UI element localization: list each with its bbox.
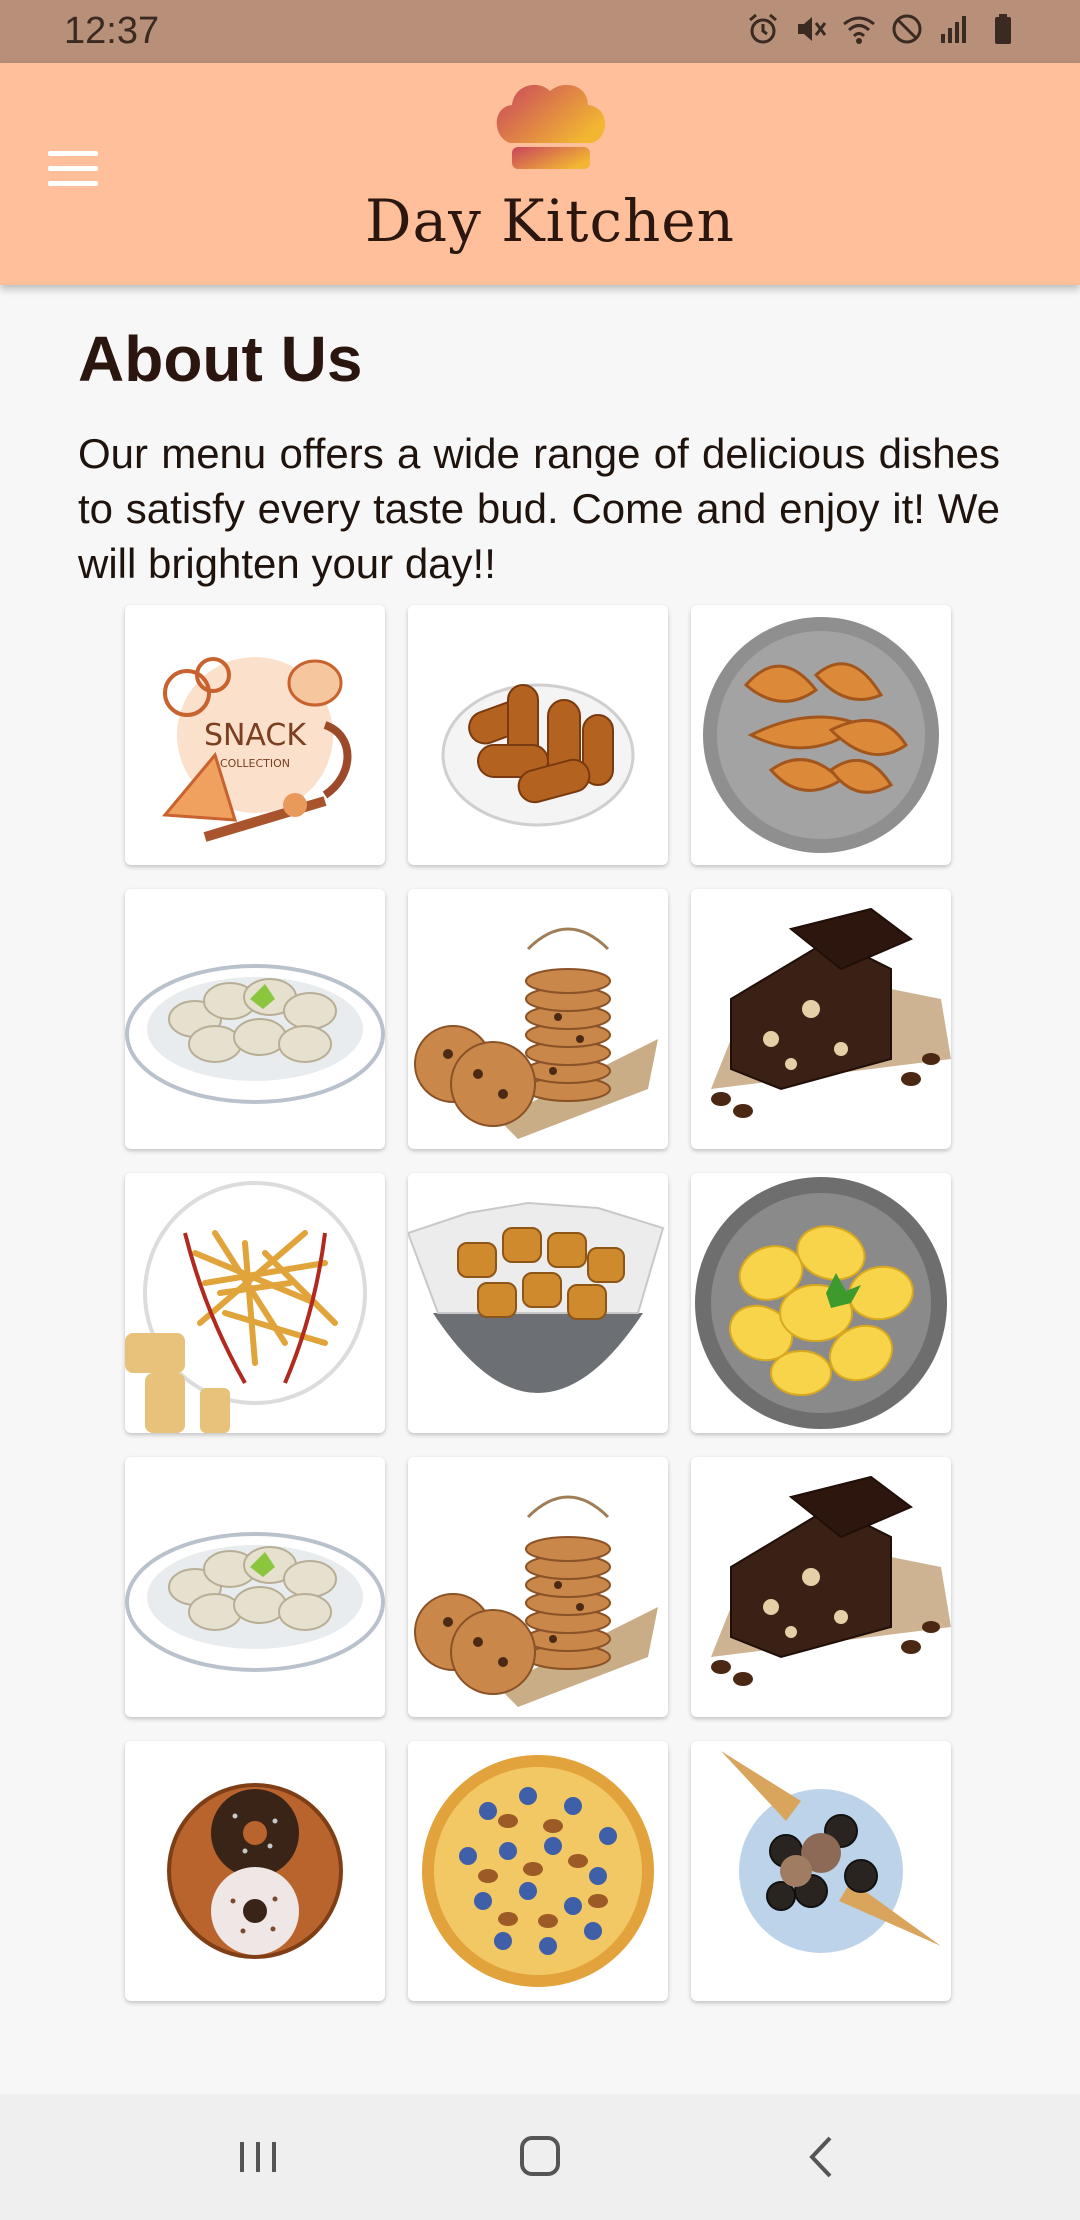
food-card[interactable] [691, 1457, 951, 1717]
app-bar: Day Kitchen [0, 63, 1080, 285]
food-card[interactable] [408, 1741, 668, 2001]
page-title: About Us [78, 323, 363, 395]
back-icon[interactable] [782, 2124, 862, 2190]
snack-sublabel: COLLECTION [220, 757, 290, 770]
do-not-disturb-icon [890, 12, 924, 46]
about-description: Our menu offers a wide range of deliciou… [78, 430, 1000, 587]
alarm-icon [746, 12, 780, 46]
food-card[interactable] [691, 605, 951, 865]
food-card[interactable] [125, 1741, 385, 2001]
food-card[interactable] [691, 1741, 951, 2001]
dumplings-image [125, 964, 385, 1104]
food-card[interactable] [408, 605, 668, 865]
fried-bites-bowl-image [408, 1201, 665, 1393]
blueberry-walnut-tart-image [422, 1755, 654, 1987]
food-card[interactable] [408, 1173, 668, 1433]
wifi-icon [842, 12, 876, 46]
food-card[interactable] [125, 889, 385, 1149]
snack-collection-image: SNACK COLLECTION [161, 657, 352, 842]
food-card[interactable] [691, 889, 951, 1149]
food-card[interactable] [125, 1457, 385, 1717]
food-card[interactable] [408, 1457, 668, 1717]
system-nav-bar [0, 2094, 1080, 2220]
app-logo: Day Kitchen [360, 77, 740, 277]
brand-name: Day Kitchen [365, 187, 735, 255]
dumplings-image [125, 1532, 385, 1672]
fries-image [125, 1181, 367, 1433]
ice-cream-cone-cookies-image [721, 1751, 941, 1953]
chef-hat-icon [496, 84, 606, 169]
battery-icon [986, 12, 1020, 46]
hamburger-menu-icon[interactable] [48, 151, 98, 187]
food-card[interactable] [408, 889, 668, 1149]
status-time: 12:37 [64, 10, 160, 52]
snack-label: SNACK [204, 718, 307, 753]
home-icon[interactable] [500, 2124, 580, 2190]
food-card[interactable]: SNACK COLLECTION [125, 605, 385, 865]
empanadas-image [703, 617, 939, 853]
food-gallery: SNACK COLLECTION [125, 605, 955, 2001]
food-card[interactable] [125, 1173, 385, 1433]
mute-icon [794, 12, 828, 46]
cookies-stack-image [414, 1495, 658, 1707]
donuts-image [167, 1783, 343, 1959]
status-bar: 12:37 [0, 0, 1080, 63]
status-icons [746, 12, 1020, 46]
croquettes-image [441, 683, 635, 827]
signal-icon [938, 12, 972, 46]
potato-chips-image [695, 1177, 947, 1429]
recent-apps-icon[interactable] [218, 2124, 298, 2190]
cookies-stack-image [414, 927, 658, 1139]
brownies-image [711, 907, 951, 1118]
brownies-image [711, 1475, 951, 1686]
food-card[interactable] [691, 1173, 951, 1433]
